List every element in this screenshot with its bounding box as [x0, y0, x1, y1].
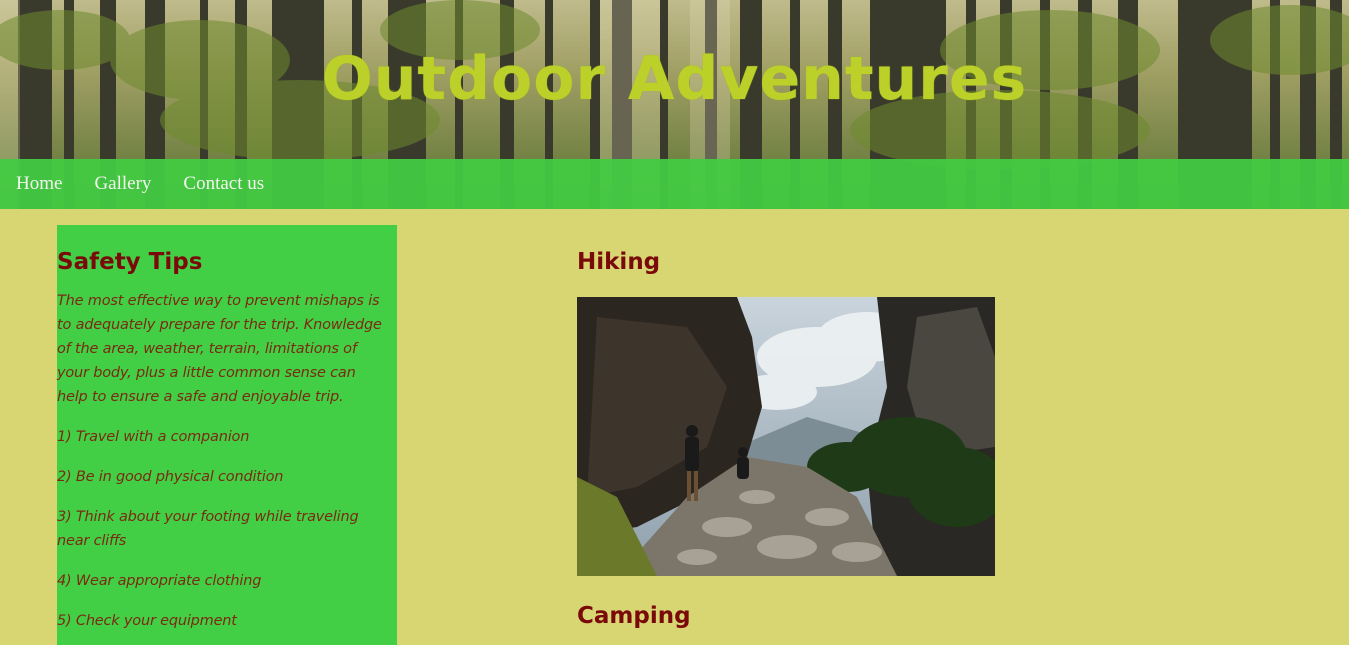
safety-tips-list: 1) Travel with a companion 2) Be in good… — [57, 425, 397, 633]
safety-tip-item: 1) Travel with a companion — [57, 429, 250, 445]
camping-heading: Camping — [577, 603, 691, 629]
nav-gallery-link[interactable]: Gallery — [94, 173, 151, 195]
safety-tips-intro: The most effective way to prevent mishap… — [57, 293, 382, 405]
nav-home-link[interactable]: Home — [16, 173, 62, 195]
safety-tips-heading: Safety Tips — [57, 249, 203, 275]
main-nav: Home Gallery Contact us — [0, 159, 1349, 209]
safety-tips-sidebar: Safety Tips The most effective way to pr… — [57, 225, 397, 645]
hiking-heading: Hiking — [577, 249, 661, 275]
safety-tip-item: 5) Check your equipment — [57, 613, 237, 629]
mountain-trail-photo — [577, 297, 995, 576]
safety-tip-item: 2) Be in good physical condition — [57, 469, 284, 485]
safety-tip-item: 4) Wear appropriate clothing — [57, 573, 262, 589]
safety-tip-item: 3) Think about your footing while travel… — [57, 509, 359, 549]
nav-contact-link[interactable]: Contact us — [183, 173, 264, 195]
hiking-image — [577, 297, 995, 576]
site-title: Outdoor Adventures — [321, 44, 1028, 114]
